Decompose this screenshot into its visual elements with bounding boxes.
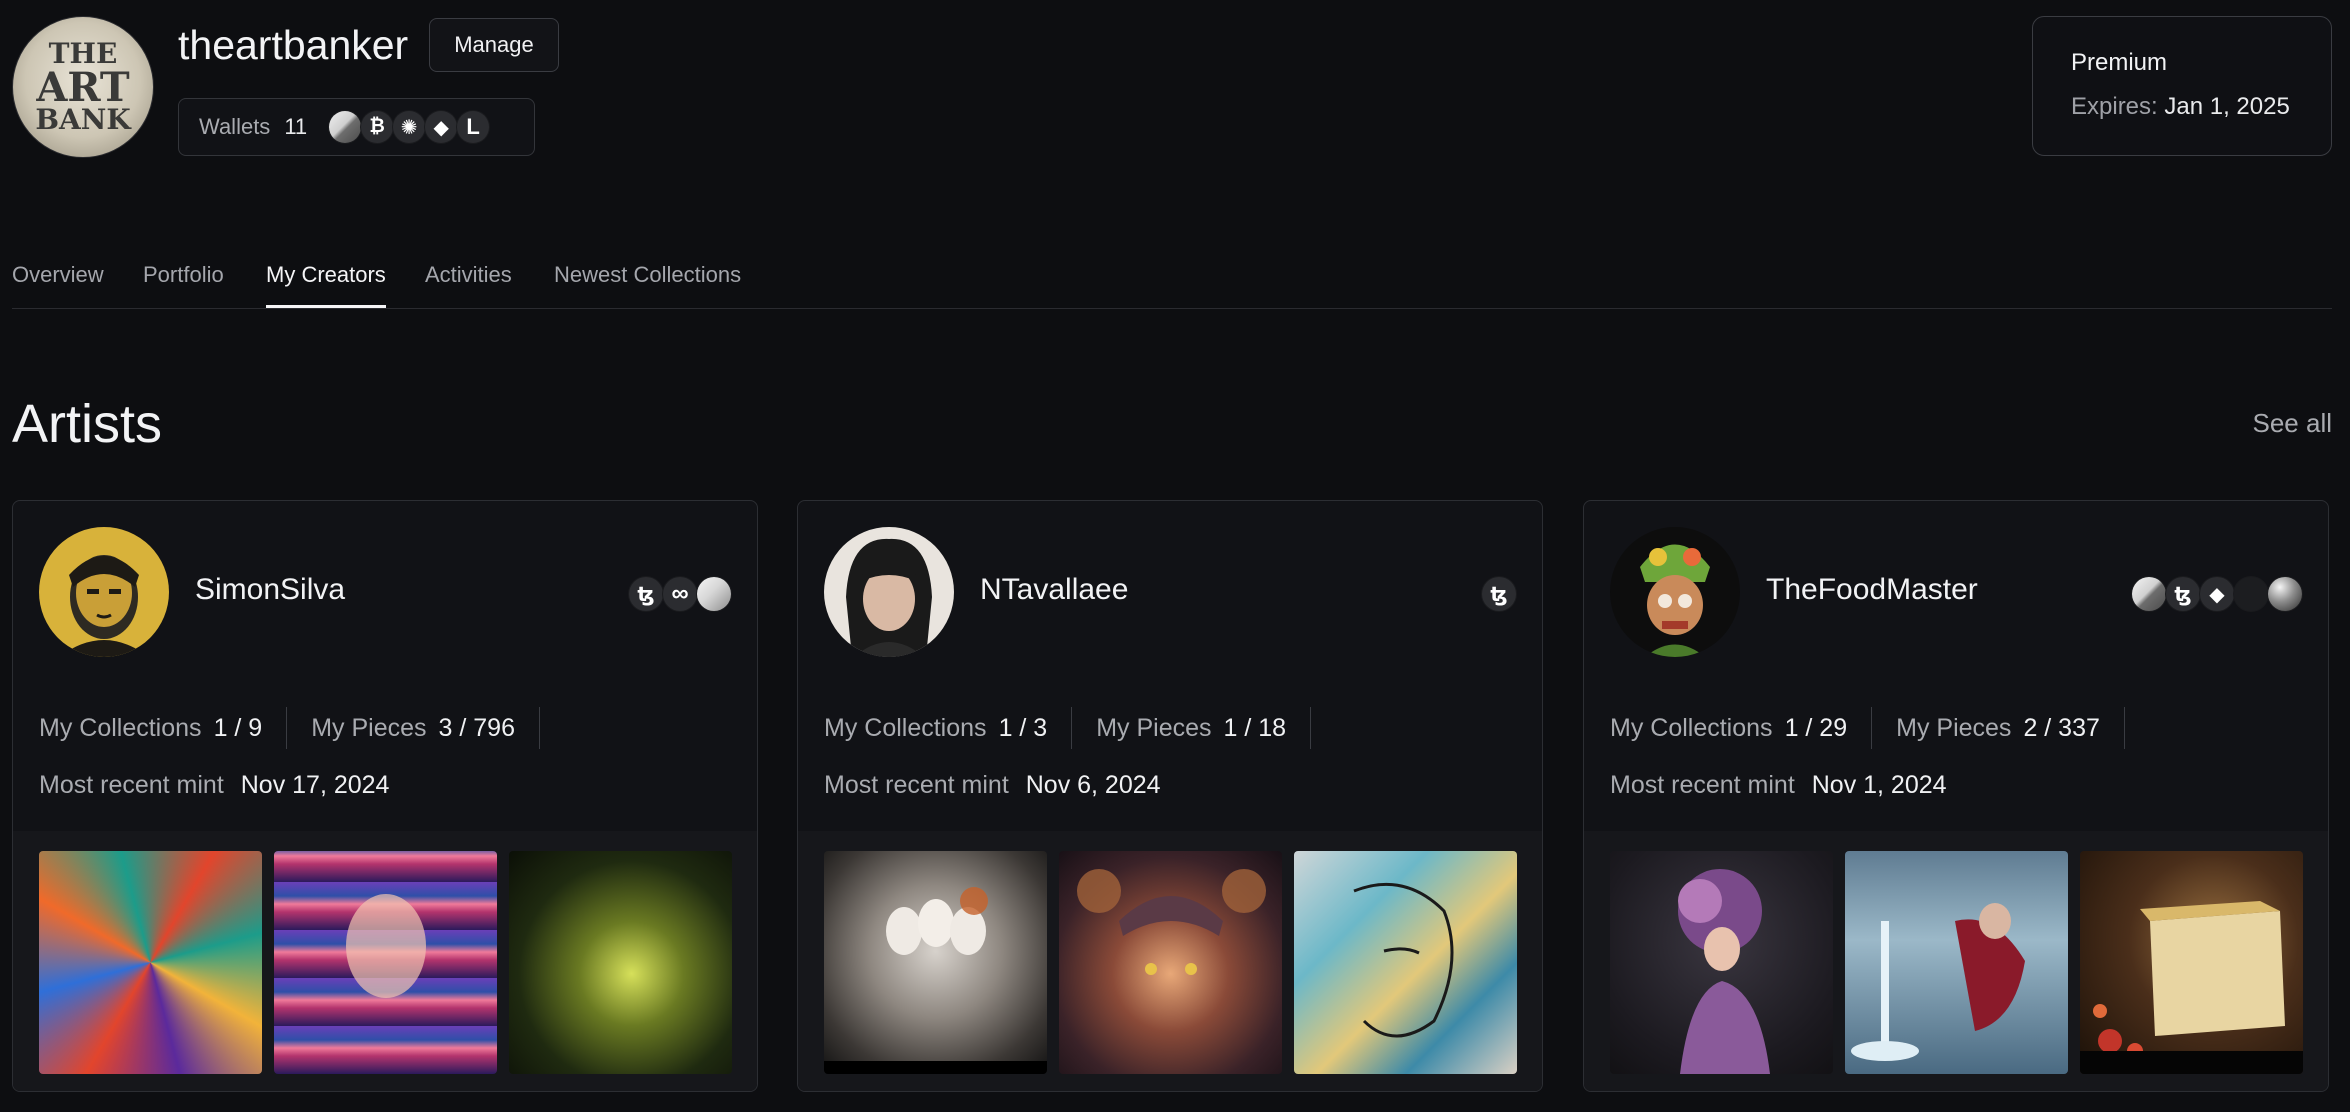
masks-artwork[interactable] [824, 851, 1047, 1074]
tab-overview[interactable]: Overview [12, 262, 104, 308]
mint-date: Nov 6, 2024 [1025, 771, 1161, 799]
premium-expiry: Expires: Jan 1, 2025 [2071, 93, 2331, 121]
artist-avatar[interactable] [824, 527, 954, 657]
artist-name[interactable]: TheFoodMaster [1766, 573, 1978, 607]
pieces-label: My Pieces [1896, 713, 2012, 742]
flower-dress-artwork[interactable] [1610, 851, 1833, 1074]
cheese-mushrooms-artwork[interactable] [2080, 851, 2303, 1074]
expires-label: Expires: [2071, 93, 2158, 120]
tab-portfolio[interactable]: Portfolio [143, 262, 224, 308]
artist-name[interactable]: NTavallaee [980, 573, 1128, 607]
pieces-value: 3 / 796 [438, 713, 515, 742]
mint-date: Nov 17, 2024 [240, 771, 390, 799]
mint-label: Most recent mint [824, 771, 1009, 799]
ethereum-icon: ◆ [2200, 577, 2234, 611]
pieces-value: 1 / 18 [1223, 713, 1287, 742]
collections-label: My Collections [39, 713, 202, 742]
art-bank-logo: THE ART BANK [12, 16, 154, 158]
artist-chain-icons: ꜩ ∞ [629, 577, 731, 611]
premium-status-card: Premium Expires: Jan 1, 2025 [2032, 16, 2332, 156]
pieces-label: My Pieces [1096, 713, 1212, 742]
profile-tabs: Overview Portfolio My Creators Activitie… [12, 258, 2332, 309]
tezos-icon: ꜩ [1482, 577, 1516, 611]
mint-label: Most recent mint [1610, 771, 1795, 799]
artist-avatar[interactable] [1610, 527, 1740, 657]
collections-label: My Collections [1610, 713, 1773, 742]
linea-icon: L [457, 111, 490, 143]
artist-stats: My Collections 1 / 9 My Pieces 3 / 796 [39, 707, 564, 749]
fantasy-woman-artwork[interactable] [1059, 851, 1282, 1074]
svg-text:BANK: BANK [35, 103, 132, 136]
collections-stat: My Collections 1 / 9 [39, 707, 288, 749]
manage-button[interactable]: Manage [429, 18, 559, 72]
tab-my-creators[interactable]: My Creators [266, 262, 386, 308]
most-recent-mint: Most recent mint Nov 1, 2024 [1610, 771, 1947, 800]
artist-card[interactable]: NTavallaee ꜩ My Collections 1 / 3 My Pie… [797, 500, 1543, 1092]
artist-name[interactable]: SimonSilva [195, 573, 345, 607]
artist-stats: My Collections 1 / 3 My Pieces 1 / 18 [824, 707, 1335, 749]
bitcoin-icon: ₿ [361, 111, 394, 143]
artist-card[interactable]: TheFoodMaster ꜩ ◆ My Collections 1 / 29 … [1583, 500, 2329, 1092]
infinity-icon: ∞ [663, 577, 697, 611]
tab-newest-collections[interactable]: Newest Collections [554, 262, 741, 308]
collections-stat: My Collections 1 / 3 [824, 707, 1073, 749]
wallets-label: Wallets [199, 114, 271, 139]
wallets-count: 11 [284, 114, 308, 139]
pieces-value: 2 / 337 [2023, 713, 2100, 742]
expires-date: Jan 1, 2025 [2164, 93, 2290, 120]
see-all-link[interactable]: See all [2253, 408, 2333, 439]
collections-label: My Collections [824, 713, 987, 742]
collections-stat: My Collections 1 / 29 [1610, 707, 1873, 749]
collections-value: 1 / 29 [1784, 713, 1848, 742]
solana-icon [329, 111, 362, 143]
artist-card[interactable]: SimonSilva ꜩ ∞ My Collections 1 / 9 My P… [12, 500, 758, 1092]
collections-value: 1 / 9 [213, 713, 263, 742]
mint-date: Nov 1, 2024 [1811, 771, 1947, 799]
pieces-stat: My Pieces 2 / 337 [1896, 707, 2125, 749]
artist-avatar[interactable] [39, 527, 169, 657]
glitch-portrait-artwork[interactable] [274, 851, 497, 1074]
pieces-label: My Pieces [311, 713, 427, 742]
artist-stats: My Collections 1 / 29 My Pieces 2 / 337 [1610, 707, 2149, 749]
most-recent-mint: Most recent mint Nov 17, 2024 [39, 771, 389, 800]
cardano-icon: ✺ [393, 111, 426, 143]
pieces-stat: My Pieces 1 / 18 [1096, 707, 1312, 749]
solana-icon [2132, 577, 2166, 611]
profile-header: THE ART BANK theartbanker Manage Wallets… [12, 16, 2332, 161]
wallet-chain-icons: ₿ ✺ ◆ L [329, 111, 490, 143]
water-pour-artwork[interactable] [1845, 851, 2068, 1074]
artist-chain-icons: ꜩ [1482, 577, 1516, 611]
sphere-icon [2268, 577, 2302, 611]
section-title: Artists [12, 394, 163, 454]
artwork-thumbnails [798, 831, 1542, 1091]
green-creatures-artwork[interactable] [509, 851, 732, 1074]
tab-activities[interactable]: Activities [425, 262, 512, 308]
mint-label: Most recent mint [39, 771, 224, 799]
collections-value: 1 / 3 [998, 713, 1048, 742]
pieces-stat: My Pieces 3 / 796 [311, 707, 540, 749]
artist-chain-icons: ꜩ ◆ [2132, 577, 2302, 611]
premium-tier: Premium [2071, 49, 2168, 76]
painted-face-artwork[interactable] [1294, 851, 1517, 1074]
abstract-artwork[interactable] [39, 851, 262, 1074]
artwork-thumbnails [1584, 831, 2328, 1091]
solana-icon [697, 577, 731, 611]
most-recent-mint: Most recent mint Nov 6, 2024 [824, 771, 1161, 800]
profile-username: theartbanker [178, 22, 409, 68]
artwork-thumbnails [13, 831, 757, 1091]
dark-chain-icon [2234, 577, 2268, 611]
ethereum-icon: ◆ [425, 111, 458, 143]
wallets-badge[interactable]: Wallets 11 ₿ ✺ ◆ L [178, 98, 535, 156]
tezos-icon: ꜩ [2166, 577, 2200, 611]
tezos-icon: ꜩ [629, 577, 663, 611]
